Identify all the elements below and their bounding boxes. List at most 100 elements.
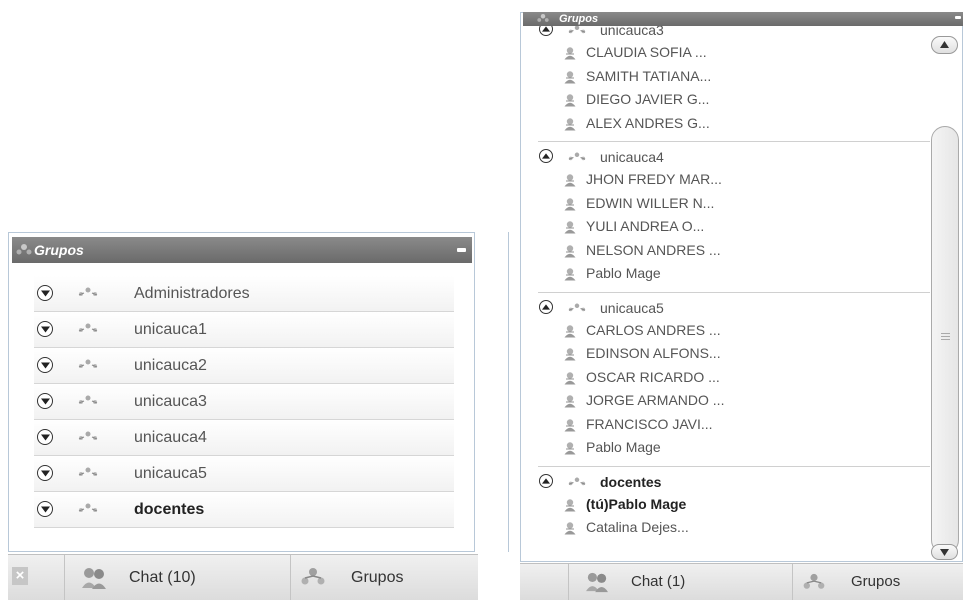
collapse-toggle[interactable]	[539, 473, 553, 488]
collapse-toggle[interactable]	[539, 26, 553, 36]
panel-titlebar[interactable]: Grupos	[523, 12, 963, 26]
bottom-tabbar: Chat (1) Grupos	[520, 563, 963, 600]
tab-groups[interactable]: Grupos	[792, 564, 963, 600]
group-name: unicauca5	[134, 465, 207, 482]
chevron-down-icon	[40, 506, 50, 513]
member-item[interactable]: EDINSON ALFONS...	[538, 342, 930, 366]
user-icon	[564, 221, 576, 234]
group-icon	[568, 26, 586, 34]
member-item[interactable]: CARLOS ANDRES ...	[538, 319, 930, 343]
group-list: Administradores unicauca1 unicauca2 unicauc…	[34, 276, 454, 528]
group-row[interactable]: unicauca3	[34, 384, 454, 420]
chevron-down-icon	[40, 434, 50, 441]
member-item[interactable]: (tú)Pablo Mage	[538, 493, 930, 517]
expand-toggle[interactable]	[37, 393, 53, 409]
member-item[interactable]: SAMITH TATIANA...	[538, 65, 930, 89]
group-header[interactable]: unicauca5	[538, 297, 930, 319]
member-name: Pablo Mage	[586, 439, 661, 455]
tab-chat-label: Chat (10)	[129, 569, 196, 586]
member-item[interactable]: EDWIN WILLER N...	[538, 192, 930, 216]
scroll-down-button[interactable]	[931, 544, 958, 560]
minimize-button[interactable]	[457, 248, 466, 252]
expand-toggle[interactable]	[37, 501, 53, 517]
group-name: docentes	[600, 473, 662, 490]
divider	[508, 232, 509, 552]
member-item[interactable]: JHON FREDY MAR...	[538, 168, 930, 192]
chevron-down-icon	[40, 398, 50, 405]
member-item[interactable]: NELSON ANDRES ...	[538, 239, 930, 263]
group-row[interactable]: docentes	[34, 492, 454, 528]
chat-users-icon	[586, 572, 608, 593]
group-row[interactable]: unicauca4	[34, 420, 454, 456]
member-item[interactable]: CLAUDIA SOFIA ...	[538, 41, 930, 65]
user-icon	[564, 197, 576, 210]
group-row[interactable]: unicauca1	[34, 312, 454, 348]
member-item[interactable]: OSCAR RICARDO ...	[538, 366, 930, 390]
user-icon	[564, 174, 576, 187]
member-item[interactable]: FRANCISCO JAVI...	[538, 413, 930, 437]
chevron-up-icon	[541, 26, 550, 32]
scrollbar[interactable]	[930, 26, 960, 560]
groups-icon	[16, 244, 32, 255]
chevron-up-icon	[541, 153, 550, 159]
expand-toggle[interactable]	[37, 357, 53, 373]
group-name: unicauca5	[600, 299, 664, 316]
expand-toggle[interactable]	[37, 285, 53, 301]
group-icon	[78, 287, 98, 296]
expand-toggle[interactable]	[37, 321, 53, 337]
tab-chat[interactable]: Chat (10)	[64, 555, 290, 600]
tab-groups-label: Grupos	[851, 573, 901, 590]
group-header[interactable]: unicauca4	[538, 146, 930, 168]
member-item[interactable]: Pablo Mage	[538, 262, 930, 286]
member-item[interactable]: Pablo Mage	[538, 436, 930, 460]
user-icon	[564, 117, 576, 130]
group-icon	[78, 431, 98, 440]
group-name: unicauca3	[134, 393, 207, 410]
member-name: JHON FREDY MAR...	[586, 171, 722, 187]
group-icon	[78, 503, 98, 512]
member-name: EDINSON ALFONS...	[586, 345, 721, 361]
chevron-down-icon	[940, 549, 949, 556]
user-icon	[564, 244, 576, 257]
groups-panel-expanded: Grupos unicauca3 CLAUDIA SOFIA ... SAMITH …	[520, 12, 963, 600]
group-header[interactable]: unicauca3	[538, 26, 930, 41]
chevron-up-icon	[940, 41, 949, 48]
group-row[interactable]: Administradores	[34, 276, 454, 312]
group-icon	[568, 303, 586, 311]
user-icon	[564, 47, 576, 60]
member-name: (tú)Pablo Mage	[586, 495, 687, 512]
expand-toggle[interactable]	[37, 429, 53, 445]
group-header[interactable]: docentes	[538, 471, 930, 493]
chevron-down-icon	[40, 470, 50, 477]
expand-toggle[interactable]	[37, 465, 53, 481]
member-item[interactable]: ALEX ANDRES G...	[538, 112, 930, 136]
collapse-toggle[interactable]	[539, 149, 553, 163]
tab-chat[interactable]: Chat (1)	[568, 564, 792, 600]
user-icon	[564, 442, 576, 455]
member-name: CLAUDIA SOFIA ...	[586, 44, 707, 60]
group-row[interactable]: unicauca5	[34, 456, 454, 492]
group-icon	[568, 477, 586, 485]
member-item[interactable]: YULI ANDREA O...	[538, 215, 930, 239]
member-item[interactable]: DIEGO JAVIER G...	[538, 88, 930, 112]
tab-groups[interactable]: Grupos	[290, 555, 478, 600]
scroll-thumb[interactable]	[931, 126, 959, 554]
group-icon	[78, 359, 98, 368]
group-divider	[538, 286, 930, 293]
user-icon	[564, 324, 576, 337]
member-item[interactable]: Catalina Dejes...	[538, 516, 930, 540]
groups-panel-collapsed: Grupos Administradores unicauca1 unicauca2…	[8, 232, 510, 600]
bottom-tabbar: × Chat (10) Grupos	[8, 554, 478, 600]
group-row[interactable]: unicauca2	[34, 348, 454, 384]
panel-titlebar[interactable]: Grupos	[12, 237, 472, 263]
groups-icon	[301, 568, 325, 585]
member-item[interactable]: JORGE ARMANDO ...	[538, 389, 930, 413]
collapse-toggle[interactable]	[539, 299, 553, 314]
group-name: Administradores	[134, 285, 250, 302]
user-icon	[564, 522, 576, 535]
close-button[interactable]: ×	[12, 567, 28, 585]
user-icon	[564, 268, 576, 281]
user-icon	[564, 418, 576, 431]
minimize-button[interactable]	[955, 16, 961, 19]
scroll-up-button[interactable]	[931, 36, 958, 54]
